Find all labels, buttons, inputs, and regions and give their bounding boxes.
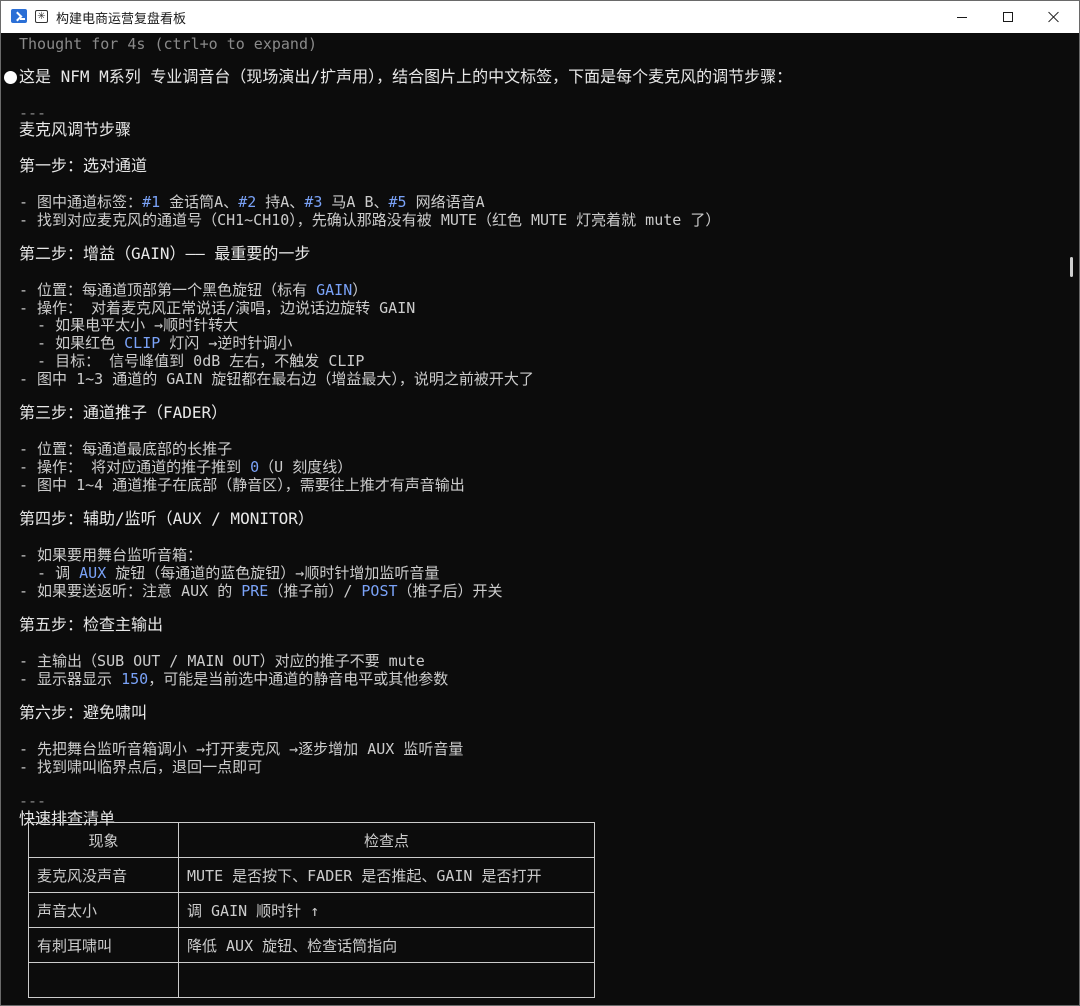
table-cell (178, 962, 595, 998)
table-cell: MUTE 是否按下、FADER 是否推起、GAIN 是否打开 (178, 857, 595, 893)
minimize-icon (957, 16, 967, 18)
checklist-table: 现象 检查点 麦克风没声音 MUTE 是否按下、FADER 是否推起、GAIN … (28, 822, 595, 998)
step2-line-1: - 位置：每通道顶部第一个黑色旋钮（标有 GAIN） (19, 281, 368, 299)
step5-line-1: - 主输出（SUB OUT / MAIN OUT）对应的推子不要 mute (19, 652, 425, 670)
step1-line-1: - 图中通道标签：#1 金话筒A、#2 持A、#3 马A B、#5 网络语音A (19, 193, 485, 211)
bullet-icon (4, 71, 17, 84)
step4-line-2: - 调 AUX 旋钮（每通道的蓝色旋钮）→顺时针增加监听音量 (19, 564, 440, 582)
step6-line-2: - 找到啸叫临界点后，退回一点即可 (19, 758, 263, 776)
asterisk-icon: ✳ (35, 10, 48, 23)
step4-line-3: - 如果要送返听：注意 AUX 的 PRE（推子前）/ POST（推子后）开关 (19, 582, 503, 600)
table-header-row: 现象 检查点 (28, 822, 595, 858)
table-row (28, 962, 595, 998)
step1-title: 第一步：选对通道 (19, 156, 148, 175)
table-cell: 降低 AUX 旋钮、检查话筒指向 (178, 927, 595, 963)
step4-title: 第四步：辅助/监听（AUX / MONITOR） (19, 509, 314, 528)
table-cell: 声音太小 (28, 892, 179, 928)
step3-line-3: - 图中 1~4 通道推子在底部（静音区），需要往上推才有声音输出 (19, 476, 465, 494)
table-row: 有刺耳啸叫 降低 AUX 旋钮、检查话筒指向 (28, 927, 595, 963)
step5-line-2: - 显示器显示 150，可能是当前选中通道的静音电平或其他参数 (19, 670, 449, 688)
terminal-window: ✳ 构建电商运营复盘看板 Thought for 4s (ctrl+o to e… (0, 0, 1080, 1006)
minimize-button[interactable] (939, 1, 985, 33)
scrollbar-thumb[interactable] (1070, 257, 1073, 277)
title-bar[interactable]: ✳ 构建电商运营复盘看板 (1, 1, 1079, 33)
step2-line-3: - 如果电平太小 →顺时针转大 (19, 316, 239, 334)
step4-line-1: - 如果要用舞台监听音箱： (19, 546, 203, 564)
step5-title: 第五步：检查主输出 (19, 615, 164, 634)
close-button[interactable] (1031, 1, 1077, 33)
step3-line-2: - 操作： 将对应通道的推子推到 0（U 刻度线） (19, 458, 353, 476)
thought-line[interactable]: Thought for 4s (ctrl+o to expand) (19, 35, 317, 53)
step2-line-2: - 操作： 对着麦克风正常说话/演唱，边说话边旋转 GAIN (19, 299, 416, 317)
section-title: 麦克风调节步骤 (19, 120, 132, 139)
intro-line: 这是 NFM M系列 专业调音台（现场演出/扩声用），结合图片上的中文标签，下面… (19, 67, 793, 86)
step2-line-6: - 图中 1~3 通道的 GAIN 旋钮都在最右边（增益最大），说明之前被开大了 (19, 370, 534, 388)
step2-title: 第二步：增益（GAIN）—— 最重要的一步 (19, 244, 311, 263)
step1-line-2: - 找到对应麦克风的通道号（CH1~CH10），先确认那路没有被 MUTE（红色… (19, 211, 721, 229)
step3-title: 第三步：通道推子（FADER） (19, 403, 228, 422)
maximize-button[interactable] (985, 1, 1031, 33)
table-cell: 有刺耳啸叫 (28, 927, 179, 963)
step3-line-1: - 位置：每通道最底部的长推子 (19, 440, 233, 458)
window-title: 构建电商运营复盘看板 (56, 12, 187, 27)
step6-title: 第六步：避免啸叫 (19, 703, 148, 722)
table-cell: 调 GAIN 顺时针 ↑ (178, 892, 595, 928)
close-icon (1048, 11, 1060, 23)
terminal-app-icon (11, 9, 27, 23)
step2-line-4: - 如果红色 CLIP 灯闪 →逆时针调小 (19, 334, 293, 352)
step6-line-1: - 先把舞台监听音箱调小 →打开麦克风 →逐步增加 AUX 监听音量 (19, 740, 464, 758)
divider-line: --- (19, 792, 47, 810)
table-header-cell: 现象 (28, 822, 179, 858)
table-header-cell: 检查点 (178, 822, 595, 858)
table-cell (28, 962, 179, 998)
maximize-icon (1003, 12, 1013, 22)
table-row: 声音太小 调 GAIN 顺时针 ↑ (28, 892, 595, 928)
step2-line-5: - 目标： 信号峰值到 0dB 左右，不触发 CLIP (19, 352, 365, 370)
table-cell: 麦克风没声音 (28, 857, 179, 893)
vertical-scrollbar[interactable] (1065, 33, 1079, 1005)
table-row: 麦克风没声音 MUTE 是否按下、FADER 是否推起、GAIN 是否打开 (28, 857, 595, 893)
